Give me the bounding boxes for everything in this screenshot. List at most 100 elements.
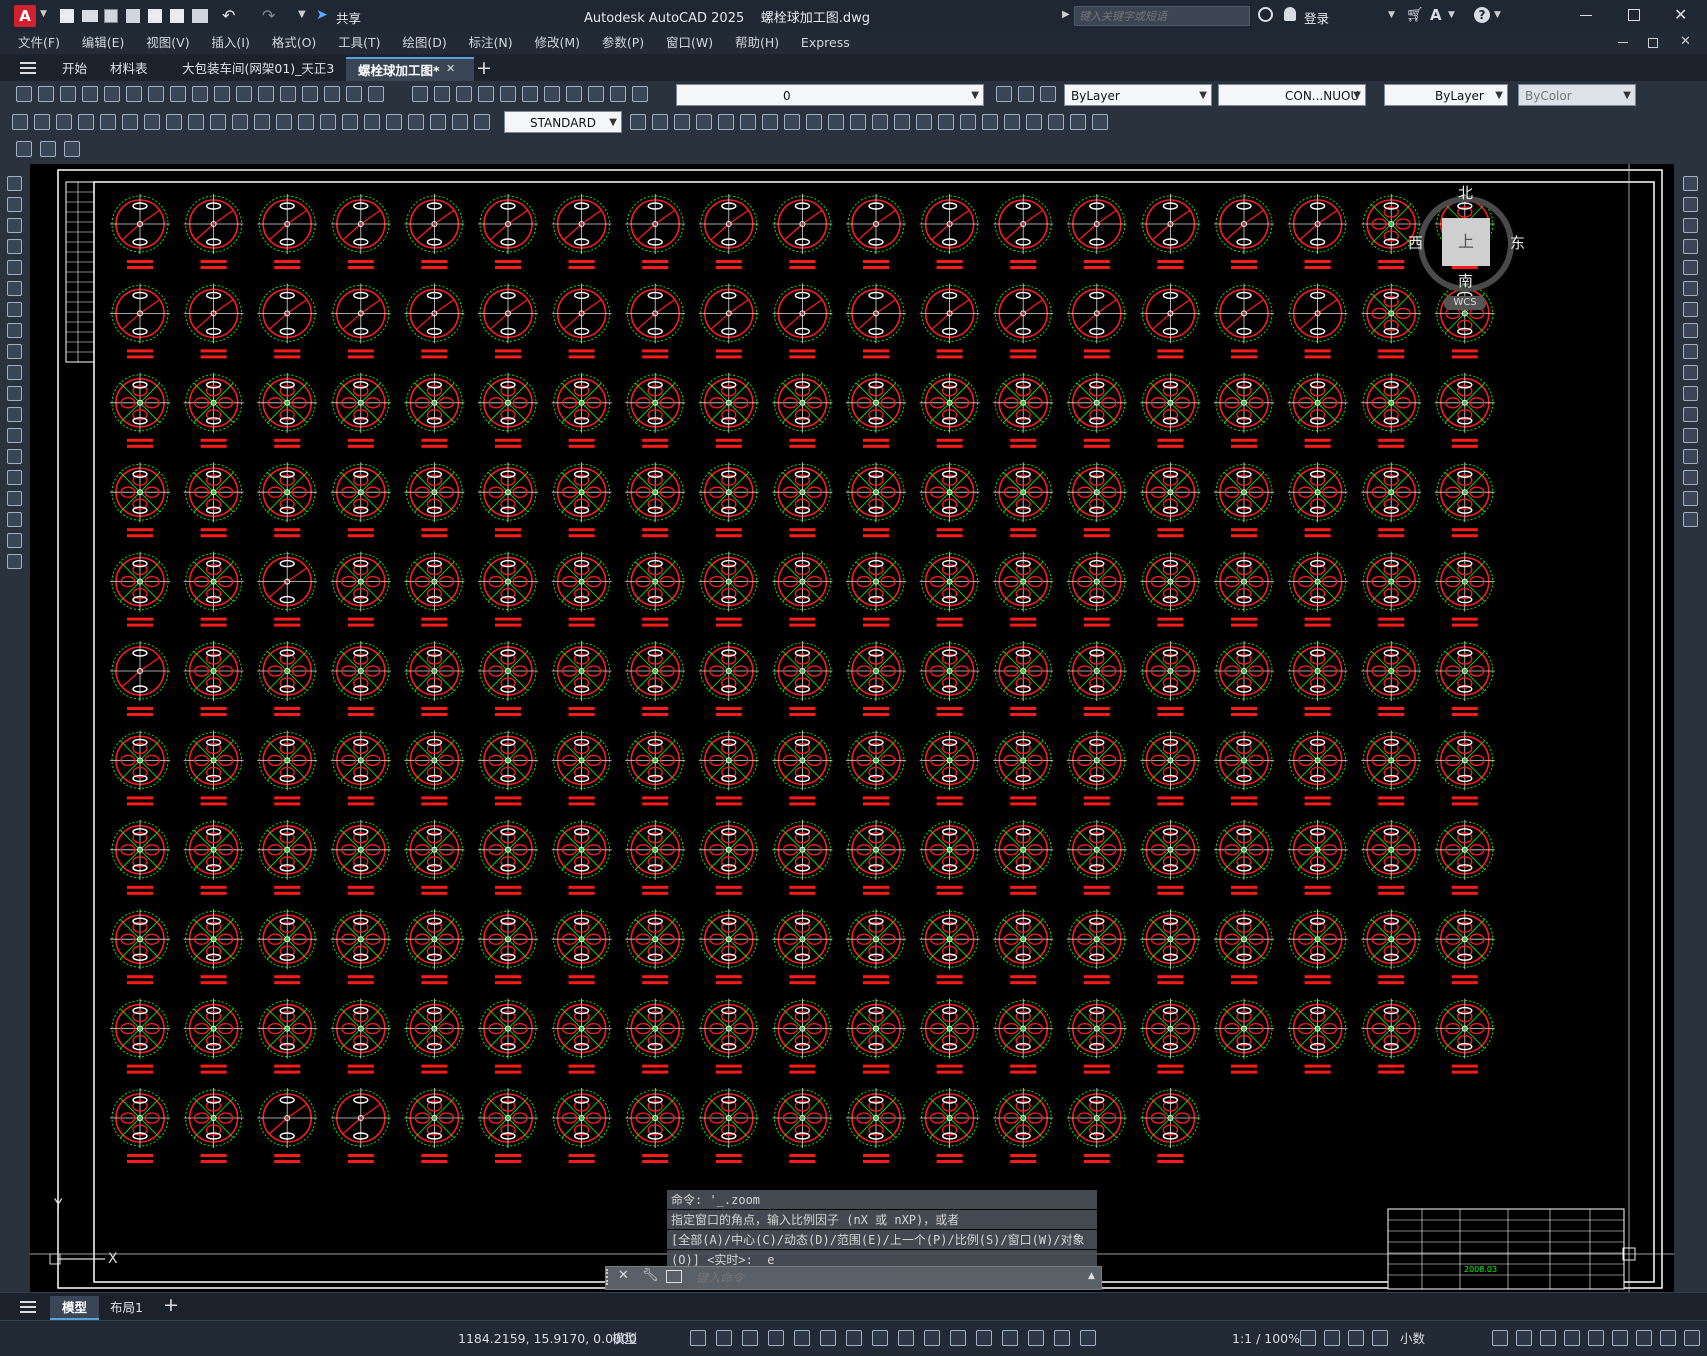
search-icon[interactable] <box>1258 7 1273 22</box>
status-toggle-22-icon[interactable] <box>1516 1330 1532 1346</box>
status-toggle-1-icon[interactable] <box>690 1330 706 1346</box>
command-recent-icon[interactable] <box>666 1270 682 1283</box>
status-toggle-11-icon[interactable] <box>950 1330 966 1346</box>
publish-icon[interactable] <box>148 9 162 23</box>
viewcube[interactable]: 上 北 南 西 东 WCS <box>1408 178 1528 310</box>
toolbar-tool-13-icon[interactable] <box>280 86 296 102</box>
toolbar-tool-14-icon[interactable] <box>302 86 318 102</box>
draw-tool-14-icon[interactable] <box>7 449 22 464</box>
menu-file[interactable]: 文件(F) <box>9 32 69 54</box>
tab-workshop[interactable]: 大包装车间(网架01)_天正3 <box>170 57 346 81</box>
status-toggle-25-icon[interactable] <box>1588 1330 1604 1346</box>
autodesk-apps-icon[interactable]: A <box>1430 6 1442 24</box>
layer-dropdown[interactable]: 0 ▼ <box>676 84 984 106</box>
login-dropdown-icon[interactable]: ▼ <box>1388 10 1395 20</box>
command-history-arrow-icon[interactable]: ▲ <box>1088 1271 1095 1281</box>
status-toggle-14-icon[interactable] <box>1028 1330 1044 1346</box>
dim-tool-43-icon[interactable] <box>1070 114 1086 130</box>
share-button[interactable]: 共享 <box>336 8 361 27</box>
command-line[interactable]: ✕ 🔧︎ ▲ <box>605 1266 1102 1290</box>
status-toggle-2-icon[interactable] <box>716 1330 732 1346</box>
help-icon[interactable]: ? <box>1474 7 1490 23</box>
dim-tool-6-icon[interactable] <box>122 114 138 130</box>
status-toggle-6-icon[interactable] <box>820 1330 836 1346</box>
dim-tool-12-icon[interactable] <box>254 114 270 130</box>
add-layout-icon[interactable]: + <box>163 1294 179 1316</box>
draw-tool-6-icon[interactable] <box>7 281 22 296</box>
dim-tool-25-icon[interactable] <box>674 114 690 130</box>
dim-tool-28-icon[interactable] <box>740 114 756 130</box>
menu-format[interactable]: 格式(O) <box>263 32 326 54</box>
modify-tool-11-icon[interactable] <box>1683 386 1698 401</box>
menu-view[interactable]: 视图(V) <box>137 32 198 54</box>
dim-tool-2-icon[interactable] <box>34 114 50 130</box>
dim-tool-3-icon[interactable] <box>56 114 72 130</box>
share-icon[interactable]: ➤ <box>316 7 328 23</box>
draw-tool-19-icon[interactable] <box>7 554 22 569</box>
tab-close-icon[interactable]: ✕ <box>446 62 455 75</box>
status-toggle-9-icon[interactable] <box>898 1330 914 1346</box>
toolbar-tool-22-icon[interactable] <box>500 86 516 102</box>
toolbar-tool-30-icon[interactable] <box>1018 86 1034 102</box>
save-icon[interactable] <box>104 9 118 23</box>
dim-tool-16-icon[interactable] <box>342 114 358 130</box>
toolbar-tool-8-icon[interactable] <box>170 86 186 102</box>
modify-tool-12-icon[interactable] <box>1683 407 1698 422</box>
toolbar-tool-29-icon[interactable] <box>996 86 1012 102</box>
draw-tool-9-icon[interactable] <box>7 344 22 359</box>
draw-tool-1-icon[interactable] <box>7 176 22 191</box>
dim-tool-32-icon[interactable] <box>828 114 844 130</box>
search-input[interactable] <box>1074 6 1250 26</box>
toolbar-tool-5-icon[interactable] <box>104 86 120 102</box>
toolbar-tool-25-icon[interactable] <box>566 86 582 102</box>
text-style-dropdown[interactable]: STANDARD ▼ <box>504 111 622 133</box>
dim-tool-31-icon[interactable] <box>806 114 822 130</box>
tab-start[interactable]: 开始 <box>50 57 99 81</box>
dim-tool-44-icon[interactable] <box>1092 114 1108 130</box>
dim-tool-23-icon[interactable] <box>630 114 646 130</box>
status-toggle-15-icon[interactable] <box>1054 1330 1070 1346</box>
status-toggle-24-icon[interactable] <box>1564 1330 1580 1346</box>
menu-dimension[interactable]: 标注(N) <box>460 32 522 54</box>
edit-attribute-icon[interactable] <box>16 141 32 157</box>
toolbar-tool-6-icon[interactable] <box>126 86 142 102</box>
doc-restore-icon[interactable] <box>1648 38 1658 48</box>
drawing-canvas[interactable]: 2008.03 Y X 上 北 南 西 东 WCS <box>30 164 1674 1292</box>
menu-express[interactable]: Express <box>792 32 859 54</box>
toolbar-tool-26-icon[interactable] <box>588 86 604 102</box>
minimize-icon[interactable] <box>1580 15 1592 16</box>
draw-tool-2-icon[interactable] <box>7 197 22 212</box>
dim-tool-24-icon[interactable] <box>652 114 668 130</box>
toolbar-tool-10-icon[interactable] <box>214 86 230 102</box>
dim-tool-19-icon[interactable] <box>408 114 424 130</box>
modify-tool-10-icon[interactable] <box>1683 365 1698 380</box>
dim-tool-22-icon[interactable] <box>474 114 490 130</box>
draw-tool-8-icon[interactable] <box>7 323 22 338</box>
dim-tool-18-icon[interactable] <box>386 114 402 130</box>
toolbar-tool-27-icon[interactable] <box>610 86 626 102</box>
draw-tool-16-icon[interactable] <box>7 491 22 506</box>
new-tab-icon[interactable]: + <box>476 57 492 79</box>
dim-tool-4-icon[interactable] <box>78 114 94 130</box>
color-dropdown[interactable]: ByLayer ▼ <box>1064 84 1212 106</box>
status-toggle-7-icon[interactable] <box>846 1330 862 1346</box>
dim-tool-39-icon[interactable] <box>982 114 998 130</box>
status-toggle-18-icon[interactable] <box>1324 1330 1340 1346</box>
dim-tool-15-icon[interactable] <box>320 114 336 130</box>
viewcube-east[interactable]: 东 <box>1510 232 1525 253</box>
apps-dropdown-icon[interactable]: ▼ <box>1448 10 1455 20</box>
menu-help[interactable]: 帮助(H) <box>726 32 788 54</box>
new-file-icon[interactable] <box>60 9 74 23</box>
toolbar-tool-31-icon[interactable] <box>1040 86 1056 102</box>
modify-tool-1-icon[interactable] <box>1683 176 1698 191</box>
tab-model[interactable]: 模型 <box>50 1296 100 1320</box>
menu-draw[interactable]: 绘图(D) <box>393 32 455 54</box>
save-as-icon[interactable] <box>126 9 140 23</box>
menu-parametric[interactable]: 参数(P) <box>593 32 653 54</box>
dim-tool-42-icon[interactable] <box>1048 114 1064 130</box>
modify-tool-14-icon[interactable] <box>1683 449 1698 464</box>
modify-tool-3-icon[interactable] <box>1683 218 1698 233</box>
menu-edit[interactable]: 编辑(E) <box>73 32 134 54</box>
dim-tool-37-icon[interactable] <box>938 114 954 130</box>
menu-modify[interactable]: 修改(M) <box>525 32 589 54</box>
